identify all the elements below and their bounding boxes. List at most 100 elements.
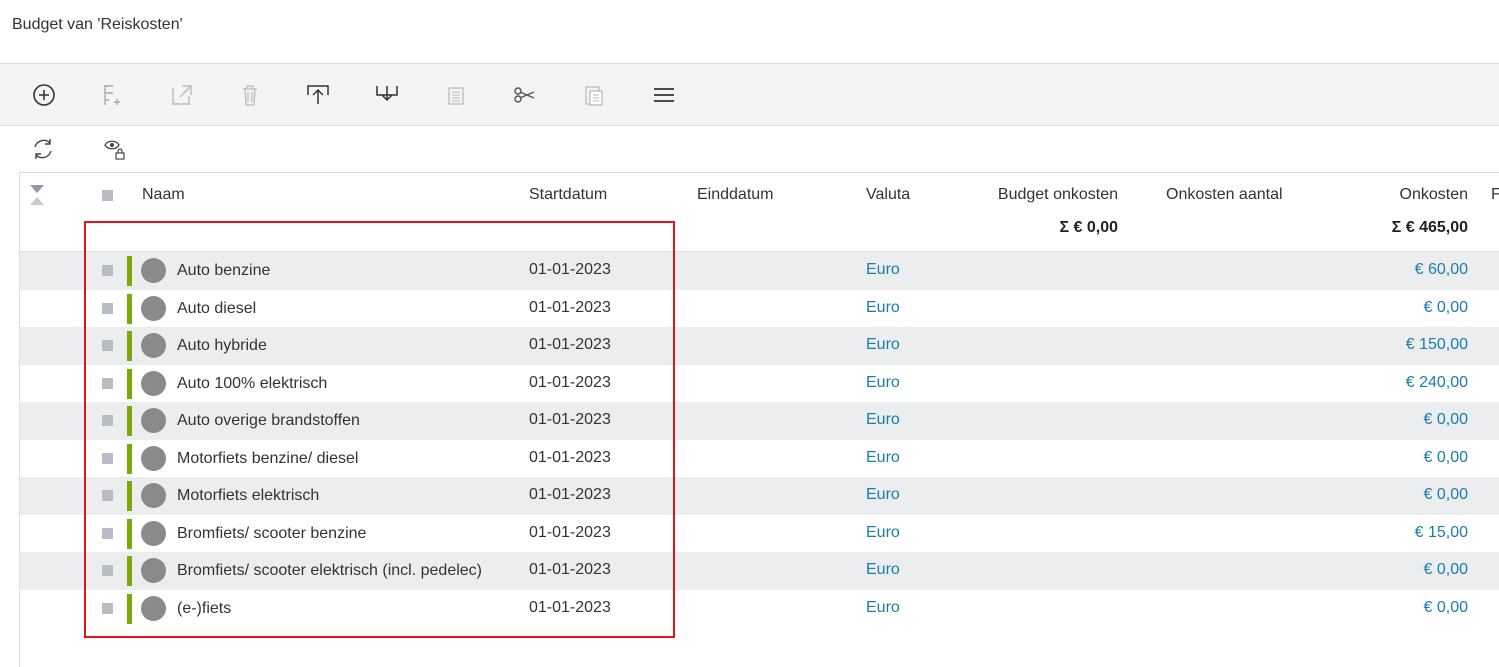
status-bar [127, 406, 132, 436]
row-checkbox[interactable] [102, 452, 113, 464]
status-bar [127, 256, 132, 286]
row-cost-link[interactable]: € 0,00 [1424, 561, 1468, 579]
sum-cost: Σ € 465,00 [1391, 219, 1468, 236]
page-title: Budget van 'Reiskosten' [12, 16, 183, 33]
row-currency-link[interactable]: Euro [866, 299, 900, 317]
row-start-date: 01-01-2023 [529, 261, 611, 278]
paste-icon[interactable] [578, 79, 610, 111]
table-header: Naam Startdatum Einddatum Valuta Budget … [20, 173, 1499, 252]
table-row[interactable]: (e-)fiets 01-01-2023 Euro € 0,00 [20, 590, 1499, 628]
status-bar [127, 443, 132, 474]
table-row[interactable]: Auto 100% elektrisch 01-01-2023 Euro € 2… [20, 365, 1499, 403]
row-cost-link[interactable]: € 240,00 [1406, 374, 1468, 392]
status-bar [127, 593, 132, 624]
row-name[interactable]: Auto 100% elektrisch [177, 375, 327, 393]
table-row[interactable]: Auto overige brandstoffen 01-01-2023 Eur… [20, 402, 1499, 440]
row-currency-link[interactable]: Euro [866, 486, 900, 504]
row-name[interactable]: (e-)fiets [177, 600, 231, 618]
row-name[interactable]: Bromfiets/ scooter elektrisch (incl. ped… [177, 562, 482, 580]
row-name[interactable]: Bromfiets/ scooter benzine [177, 525, 366, 543]
table-row[interactable]: Motorfiets benzine/ diesel 01-01-2023 Eu… [20, 440, 1499, 478]
trash-icon[interactable] [234, 79, 266, 111]
row-cost-link[interactable]: € 150,00 [1406, 336, 1468, 354]
status-circle-icon [141, 258, 166, 283]
row-currency-link[interactable]: Euro [866, 524, 900, 542]
status-circle-icon [141, 595, 166, 621]
row-checkbox[interactable] [102, 602, 113, 614]
status-circle-icon [141, 445, 166, 471]
column-header-cut[interactable]: F [1491, 186, 1499, 204]
table-row[interactable]: Auto diesel 01-01-2023 Euro € 0,00 [20, 290, 1499, 328]
row-currency-link[interactable]: Euro [866, 449, 900, 467]
toolbar [0, 64, 1499, 126]
status-circle-icon [141, 370, 166, 396]
row-cost-link[interactable]: € 60,00 [1415, 261, 1468, 279]
row-checkbox[interactable] [102, 527, 113, 539]
sum-budget: Σ € 0,00 [1059, 219, 1118, 236]
row-name[interactable]: Auto benzine [177, 262, 270, 280]
row-checkbox[interactable] [102, 265, 113, 276]
row-name[interactable]: Motorfiets elektrisch [177, 487, 319, 505]
visibility-lock-icon[interactable] [100, 134, 130, 164]
row-cost-link[interactable]: € 15,00 [1415, 524, 1468, 542]
row-checkbox[interactable] [102, 302, 113, 314]
table-row[interactable]: Auto hybride 01-01-2023 Euro € 150,00 [20, 327, 1499, 365]
download-icon[interactable] [371, 79, 403, 111]
status-bar [127, 293, 132, 324]
status-circle-icon [141, 558, 166, 583]
add-circle-icon[interactable] [28, 79, 60, 111]
status-circle-icon [141, 408, 166, 433]
row-checkbox[interactable] [102, 377, 113, 389]
select-all-checkbox[interactable] [102, 190, 113, 201]
row-name[interactable]: Auto hybride [177, 337, 267, 355]
upload-icon[interactable] [302, 79, 334, 111]
column-header-cost[interactable]: Onkosten [1400, 186, 1468, 204]
menu-icon[interactable] [648, 79, 680, 111]
add-column-icon[interactable] [97, 79, 129, 111]
scissors-icon[interactable] [509, 79, 541, 111]
table-row[interactable]: Auto benzine 01-01-2023 Euro € 60,00 [20, 252, 1499, 290]
row-name[interactable]: Auto diesel [177, 300, 256, 318]
status-circle-icon [141, 333, 166, 358]
row-checkbox[interactable] [102, 490, 113, 501]
row-currency-link[interactable]: Euro [866, 336, 900, 354]
row-checkbox[interactable] [102, 415, 113, 426]
column-header-count[interactable]: Onkosten aantal [1166, 186, 1283, 204]
row-cost-link[interactable]: € 0,00 [1424, 299, 1468, 317]
refresh-icon[interactable] [28, 134, 58, 164]
column-header-name[interactable]: Naam [142, 186, 185, 204]
row-cost-link[interactable]: € 0,00 [1424, 486, 1468, 504]
collapse-expand-icon[interactable] [30, 185, 44, 212]
column-header-currency[interactable]: Valuta [866, 186, 910, 204]
row-cost-link[interactable]: € 0,00 [1424, 411, 1468, 429]
budget-table: Naam Startdatum Einddatum Valuta Budget … [19, 172, 1499, 667]
row-start-date: 01-01-2023 [529, 411, 611, 428]
row-start-date: 01-01-2023 [529, 336, 611, 353]
row-checkbox[interactable] [102, 565, 113, 576]
row-name[interactable]: Motorfiets benzine/ diesel [177, 450, 358, 468]
row-currency-link[interactable]: Euro [866, 411, 900, 429]
row-cost-link[interactable]: € 0,00 [1424, 599, 1468, 617]
open-external-icon[interactable] [166, 79, 198, 111]
status-circle-icon [141, 295, 166, 321]
status-bar [127, 481, 132, 511]
column-header-start[interactable]: Startdatum [529, 186, 607, 204]
row-currency-link[interactable]: Euro [866, 599, 900, 617]
status-circle-icon [141, 483, 166, 508]
row-cost-link[interactable]: € 0,00 [1424, 449, 1468, 467]
row-start-date: 01-01-2023 [529, 523, 611, 541]
row-name[interactable]: Auto overige brandstoffen [177, 412, 360, 430]
row-currency-link[interactable]: Euro [866, 561, 900, 579]
sub-toolbar [0, 126, 1499, 172]
table-row[interactable]: Motorfiets elektrisch 01-01-2023 Euro € … [20, 477, 1499, 515]
column-header-budget[interactable]: Budget onkosten [998, 186, 1118, 204]
row-start-date: 01-01-2023 [529, 486, 611, 503]
row-currency-link[interactable]: Euro [866, 261, 900, 279]
row-currency-link[interactable]: Euro [866, 374, 900, 392]
column-header-end[interactable]: Einddatum [697, 186, 774, 204]
table-row[interactable]: Bromfiets/ scooter benzine 01-01-2023 Eu… [20, 515, 1499, 553]
row-start-date: 01-01-2023 [529, 598, 611, 616]
copy-doc-icon[interactable] [440, 79, 472, 111]
row-checkbox[interactable] [102, 340, 113, 351]
table-row[interactable]: Bromfiets/ scooter elektrisch (incl. ped… [20, 552, 1499, 590]
